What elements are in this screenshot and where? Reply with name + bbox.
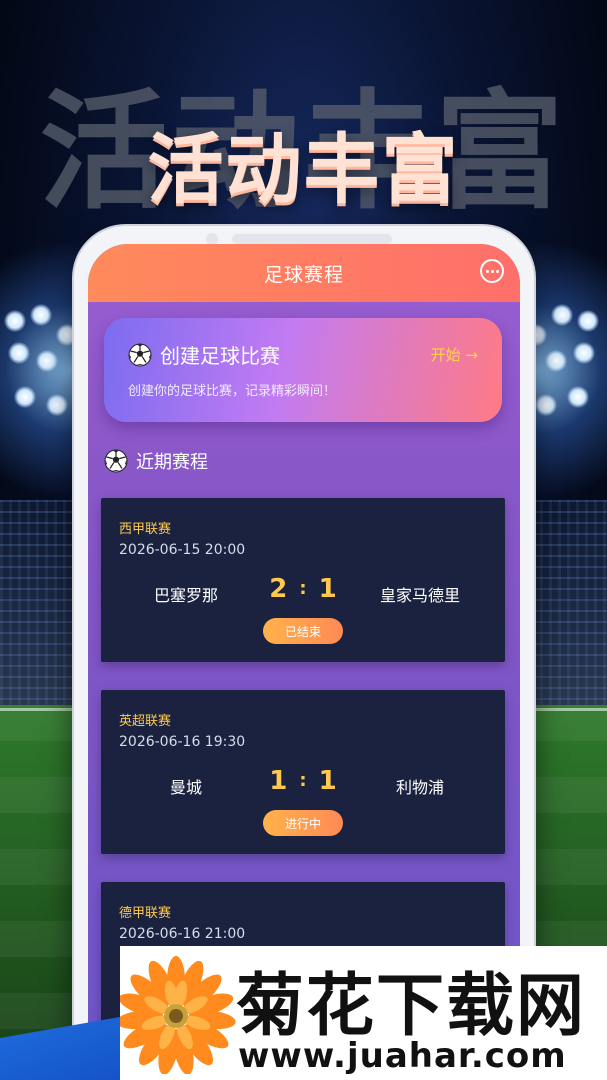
status-badge: 进行中 (263, 810, 343, 836)
home-score: 1 (269, 766, 288, 796)
match-datetime: 2026-06-16 19:30 (119, 734, 246, 750)
headline-text: 活动丰富 (147, 125, 460, 214)
section-title-label: 近期赛程 (136, 452, 208, 473)
soccer-ball-icon (128, 343, 152, 366)
more-dots-icon[interactable] (480, 259, 504, 283)
watermark-title: 菊花下载网 (236, 967, 587, 1046)
start-button[interactable]: 开始 → (431, 344, 478, 365)
speaker-notch (232, 234, 392, 244)
score-separator: : (299, 770, 307, 791)
score: 2:1 (251, 574, 355, 604)
home-score: 2 (269, 574, 288, 604)
league-name: 德甲联赛 (119, 906, 172, 921)
away-team: 皇家马德里 (379, 586, 460, 605)
soccer-ball-icon (104, 449, 128, 473)
status-badge: 已结束 (263, 618, 343, 644)
league-name: 西甲联赛 (119, 522, 172, 537)
home-team: 曼城 (169, 778, 202, 797)
create-match-title: 创建足球比赛 (128, 340, 280, 369)
score: 1:1 (251, 766, 355, 796)
page-title: 足球赛程 (263, 263, 344, 286)
create-match-label: 创建足球比赛 (160, 344, 280, 368)
match-datetime: 2026-06-15 20:00 (119, 542, 246, 558)
home-team: 巴塞罗那 (153, 586, 218, 605)
chrysanthemum-logo-icon (120, 956, 236, 1074)
app-header: 足球赛程 (88, 244, 520, 302)
league-name: 英超联赛 (119, 714, 172, 729)
match-card[interactable]: 西甲联赛 2026-06-15 20:00 巴塞罗那 2:1 皇家马德里 已结束 (101, 498, 505, 662)
away-score: 1 (318, 766, 337, 796)
watermark-url: www.juahar.com (238, 1036, 567, 1076)
section-title: 近期赛程 (104, 448, 208, 474)
create-match-subtitle: 创建你的足球比赛，记录精彩瞬间！ (128, 384, 337, 399)
score-separator: : (299, 578, 307, 599)
watermark: 菊花下载网 www.juahar.com (120, 946, 607, 1080)
match-card[interactable]: 英超联赛 2026-06-16 19:30 曼城 1:1 利物浦 进行中 (101, 690, 505, 854)
away-team: 利物浦 (395, 778, 444, 797)
match-datetime: 2026-06-16 21:00 (119, 926, 246, 942)
away-score: 1 (318, 574, 337, 604)
create-match-card[interactable]: 创建足球比赛 开始 → 创建你的足球比赛，记录精彩瞬间！ (104, 318, 502, 422)
